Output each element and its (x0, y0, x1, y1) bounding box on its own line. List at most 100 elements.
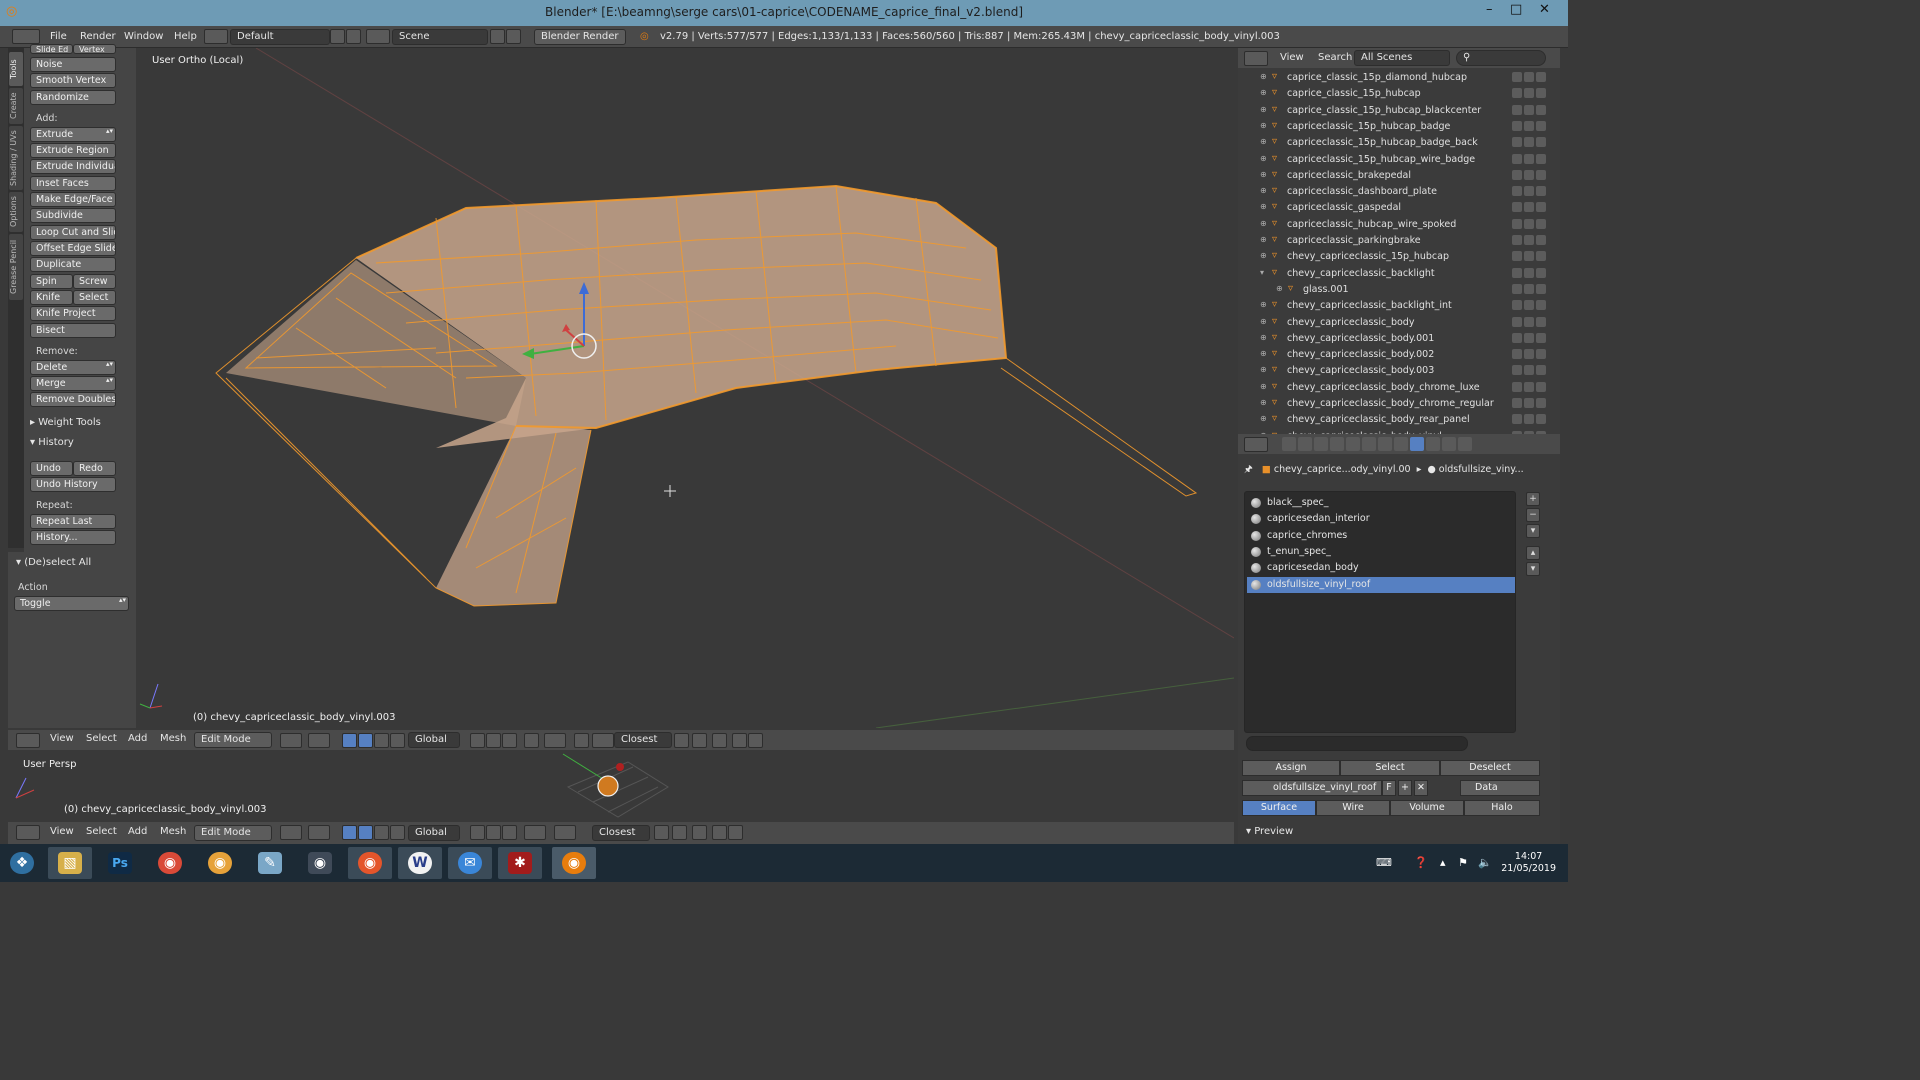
outliner-row[interactable]: ⊕ ▿ chevy_capriceclassic_body_rear_panel (1238, 412, 1560, 428)
visibility-toggles[interactable] (1512, 120, 1550, 133)
randomize-button[interactable]: Randomize (30, 90, 116, 105)
add-slot-button[interactable]: + (1526, 492, 1540, 506)
scene-select[interactable]: Scene (392, 29, 488, 45)
camera-icon[interactable] (1536, 316, 1546, 327)
eye-icon[interactable] (1512, 349, 1522, 360)
tab-volume[interactable]: Volume (1390, 800, 1464, 816)
cursor-icon[interactable] (1524, 186, 1534, 197)
manipulator-toggle-icon-2[interactable] (342, 825, 357, 840)
make-edge-face-button[interactable]: Make Edge/Face (30, 192, 116, 207)
preview-panel-header[interactable]: ▾ Preview (1246, 826, 1293, 837)
fake-user-button[interactable]: F (1382, 780, 1396, 796)
remove-slot-button[interactable]: − (1526, 508, 1540, 522)
visibility-toggles[interactable] (1512, 414, 1550, 426)
visibility-toggles[interactable] (1512, 153, 1550, 166)
cursor-icon[interactable] (1524, 88, 1534, 99)
material-link-select[interactable]: Data (1460, 780, 1540, 796)
menu-add[interactable]: Add (128, 733, 147, 748)
noise-button[interactable]: Noise (30, 57, 116, 72)
tab-surface[interactable]: Surface (1242, 800, 1316, 816)
menu-view[interactable]: View (50, 733, 74, 748)
weight-tools-panel-header[interactable]: ▸ Weight Tools (30, 417, 101, 428)
cursor-icon[interactable] (1524, 365, 1534, 376)
editor-type-icon[interactable] (1244, 51, 1268, 66)
action-select[interactable]: Toggle (14, 596, 129, 611)
collapsed-triangle-icon[interactable]: ⊕ (1260, 300, 1267, 309)
eye-icon[interactable] (1512, 137, 1522, 148)
eye-icon[interactable] (1512, 104, 1522, 115)
camera-icon[interactable] (1536, 251, 1546, 262)
editor-type-icon[interactable] (16, 733, 40, 748)
tab-create[interactable]: Create (9, 88, 23, 124)
visibility-toggles[interactable] (1512, 169, 1550, 182)
camera-icon[interactable] (1536, 267, 1546, 278)
eye-icon[interactable] (1512, 414, 1522, 425)
pin-icon[interactable]: 🖈 (1244, 464, 1253, 475)
visibility-toggles[interactable] (1512, 283, 1550, 296)
visibility-toggles[interactable] (1512, 267, 1550, 280)
eye-icon[interactable] (1512, 381, 1522, 392)
eye-icon[interactable] (1512, 72, 1522, 82)
eye-icon[interactable] (1512, 332, 1522, 343)
render-tab-icon[interactable] (1282, 437, 1296, 451)
start-button[interactable]: ❖ (0, 847, 44, 879)
collapsed-triangle-icon[interactable]: ⊕ (1260, 235, 1267, 244)
modifiers-tab-icon[interactable] (1378, 437, 1392, 451)
eye-icon[interactable] (1512, 251, 1522, 262)
camera-icon[interactable] (1536, 283, 1546, 294)
taskbar-discord[interactable]: ◉ (298, 847, 342, 879)
smooth-vertex-button[interactable]: Smooth Vertex (30, 73, 116, 88)
cursor-icon[interactable] (1524, 300, 1534, 311)
expanded-triangle-icon[interactable]: ▾ (1260, 268, 1264, 277)
texture-tab-icon[interactable] (1426, 437, 1440, 451)
manipulator-toggle-icon[interactable] (342, 733, 357, 748)
camera-icon[interactable] (1536, 300, 1546, 311)
screw-button[interactable]: Screw (73, 274, 116, 289)
pivot-select-icon-2[interactable] (308, 825, 330, 840)
close-button[interactable]: ✕ (1539, 2, 1550, 17)
eye-icon[interactable] (1512, 186, 1522, 197)
camera-icon[interactable] (1536, 235, 1546, 245)
outliner-row[interactable]: ⊕ ▿ chevy_capriceclassic_backlight_int (1238, 298, 1560, 314)
collapsed-triangle-icon[interactable]: ⊕ (1260, 398, 1267, 407)
limit-selection-icon[interactable] (524, 733, 539, 748)
eye-icon[interactable] (1512, 267, 1522, 278)
tab-grease-pencil[interactable]: Grease Pencil (9, 234, 23, 300)
collapsed-triangle-icon[interactable]: ⊕ (1260, 72, 1267, 81)
extrude-region-button[interactable]: Extrude Region (30, 143, 116, 158)
camera-icon[interactable] (1536, 169, 1546, 180)
outliner-row[interactable]: ⊕ ▿ glass.001 (1238, 282, 1560, 298)
eye-icon[interactable] (1512, 169, 1522, 180)
face-select-icon[interactable] (502, 733, 517, 748)
offset-edge-slide-button[interactable]: Offset Edge Slide (30, 241, 116, 256)
visibility-toggles[interactable] (1512, 202, 1550, 214)
camera-icon[interactable] (1536, 88, 1546, 99)
material-slot[interactable]: caprice_chromes (1247, 528, 1515, 544)
collapsed-triangle-icon[interactable]: ⊕ (1260, 105, 1267, 114)
menu-mesh-2[interactable]: Mesh (160, 826, 186, 841)
taskbar-game[interactable]: ✱ (498, 847, 542, 879)
outliner-row[interactable]: ⊕ ▿ caprice_classic_15p_diamond_hubcap (1238, 70, 1560, 86)
mode-select-2[interactable]: Edit Mode (194, 825, 272, 841)
maximize-button[interactable]: □ (1510, 2, 1522, 17)
camera-icon[interactable] (1536, 137, 1546, 148)
visibility-toggles[interactable] (1512, 381, 1550, 394)
cursor-icon[interactable] (1524, 218, 1534, 229)
menu-select[interactable]: Select (86, 733, 117, 748)
menu-add-2[interactable]: Add (128, 826, 147, 841)
cursor-icon[interactable] (1524, 251, 1534, 262)
scale-icon-2[interactable] (390, 825, 405, 840)
render-camera-icon-2[interactable] (728, 825, 743, 840)
camera-icon[interactable] (1536, 332, 1546, 343)
orientation-select-2[interactable]: Global (408, 825, 460, 841)
snap-option-icon[interactable] (674, 733, 689, 748)
object-tab-icon[interactable] (1346, 437, 1360, 451)
slide-edge-button[interactable]: Slide Ed (30, 44, 73, 54)
collapsed-triangle-icon[interactable]: ⊕ (1260, 170, 1267, 179)
cursor-icon[interactable] (1524, 72, 1534, 82)
visibility-toggles[interactable] (1512, 72, 1550, 84)
camera-icon[interactable] (1536, 104, 1546, 115)
pivot-select-icon[interactable] (308, 733, 330, 748)
outliner-row[interactable]: ⊕ ▿ chevy_capriceclassic_body.003 (1238, 363, 1560, 379)
rotate-icon-2[interactable] (374, 825, 389, 840)
